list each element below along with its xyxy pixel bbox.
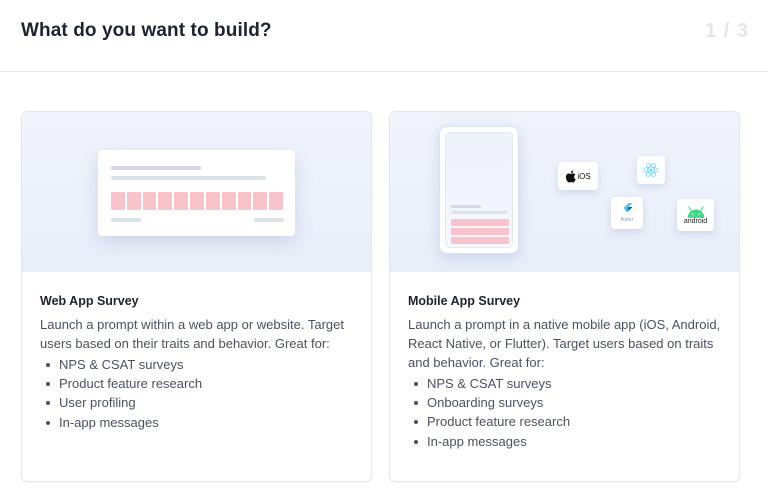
mobile-app-survey-card[interactable]: iOS flutter android Mobile App Survey La… — [389, 111, 740, 482]
ios-badge: iOS — [558, 162, 598, 190]
list-item: NPS & CSAT surveys — [40, 355, 357, 374]
flutter-label: flutter — [620, 217, 634, 223]
card-title: Web App Survey — [40, 294, 139, 308]
page-title: What do you want to build? — [21, 20, 272, 41]
use-case-list: NPS & CSAT surveys Onboarding surveys Pr… — [408, 374, 725, 451]
web-window-mockup — [98, 150, 295, 236]
android-badge: android — [677, 199, 714, 231]
card-description: Launch a prompt in a native mobile app (… — [408, 317, 721, 370]
android-icon — [687, 205, 704, 218]
mobile-app-illustration: iOS flutter android — [390, 112, 739, 272]
step-indicator: 1 / 3 — [705, 20, 749, 42]
list-item: NPS & CSAT surveys — [408, 374, 725, 393]
card-title: Mobile App Survey — [408, 294, 521, 308]
android-label: android — [683, 217, 708, 225]
rating-scale-mockup — [111, 192, 283, 210]
list-item: User profiling — [40, 393, 357, 412]
flutter-badge: flutter — [611, 197, 643, 229]
list-item: Onboarding surveys — [408, 393, 725, 412]
react-icon — [643, 163, 659, 177]
ios-label: iOS — [577, 171, 591, 181]
phone-mockup — [439, 126, 519, 254]
flutter-icon — [623, 203, 632, 212]
list-item: Product feature research — [408, 412, 725, 431]
web-app-illustration — [22, 112, 371, 272]
use-case-list: NPS & CSAT surveys Product feature resea… — [40, 355, 357, 432]
list-item: In-app messages — [40, 413, 357, 432]
list-item: Product feature research — [40, 374, 357, 393]
page-header: What do you want to build? 1 / 3 — [0, 0, 768, 72]
card-description: Launch a prompt within a web app or webs… — [40, 317, 344, 351]
react-native-badge — [637, 156, 665, 184]
apple-icon — [566, 170, 577, 183]
web-app-survey-card[interactable]: Web App Survey Launch a prompt within a … — [21, 111, 372, 482]
list-item: In-app messages — [408, 432, 725, 451]
